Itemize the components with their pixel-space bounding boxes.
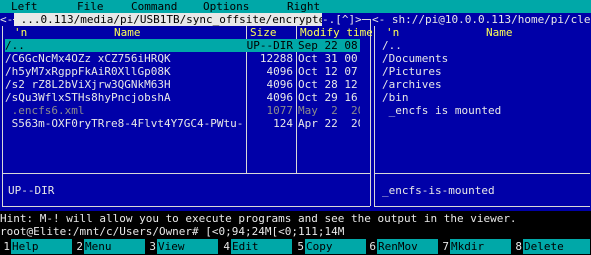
fkey-number: 8	[515, 240, 522, 253]
panel-status: UP--DIR	[8, 184, 55, 197]
fkey-label: Help	[11, 239, 72, 254]
column-header-name[interactable]: Name	[114, 26, 141, 39]
file-time: Oct 29 16:58	[298, 91, 360, 104]
file-time: Oct 12 07:53	[298, 65, 360, 78]
menu-left[interactable]: Left	[11, 0, 38, 13]
menu-command[interactable]: Command	[131, 0, 177, 13]
file-size: 4096	[266, 78, 294, 91]
file-name[interactable]: /..	[382, 39, 402, 52]
file-size: UP--DIR	[246, 39, 293, 52]
menu-right[interactable]: Right	[287, 0, 320, 13]
fkey-label: View	[157, 239, 218, 254]
column-header-modify-time[interactable]: Modify time	[300, 26, 373, 39]
file-time: Sep 22 08:25	[298, 39, 360, 52]
file-time: Oct 28 12:06	[298, 78, 360, 91]
file-size: 12288	[259, 52, 293, 65]
column-header-size[interactable]: Size	[250, 26, 277, 39]
menu-file[interactable]: File	[77, 0, 104, 13]
panel-frame-right	[370, 19, 371, 206]
sort-indicator[interactable]: 'n	[386, 26, 399, 39]
left-file-panel[interactable]: <- ...0.113/media/pi/USB1TB/sync_offsite…	[0, 13, 373, 211]
panel-frame-left	[2, 19, 3, 206]
panel-path-prefix: <-	[0, 13, 14, 26]
function-key-bar: 1 Help 2 Menu 3 View 4 Edit 5 Copy 6 Ren…	[0, 238, 591, 255]
file-name[interactable]: _encfs is mounted	[382, 104, 502, 117]
menu-options[interactable]: Options	[203, 0, 249, 13]
file-name[interactable]: /archives	[382, 78, 442, 91]
panel-status: _encfs-is-mounted	[382, 184, 495, 197]
panel-frame-bottom	[2, 206, 370, 207]
panel-frame-bottom	[374, 206, 590, 207]
fkey-number: 4	[223, 240, 230, 253]
panel-path[interactable]: <- sh://pi@10.0.0.113/home/pi/clear	[372, 13, 591, 26]
file-time: Apr 22 2017	[298, 117, 360, 130]
file-size: 124	[273, 117, 293, 130]
command-line[interactable]: root@Elite:/mnt/c/Users/Owner# [<0;94;24…	[0, 225, 591, 238]
fkey-number: 3	[149, 240, 156, 253]
sort-indicator[interactable]: 'n	[14, 26, 27, 39]
fkey-label: RenMov	[377, 239, 438, 254]
hint-line: Hint: M-! will allow you to execute prog…	[0, 212, 517, 225]
fkey-label: Edit	[231, 239, 292, 254]
right-file-panel[interactable]: <- sh://pi@10.0.0.113/home/pi/clear 'n N…	[372, 13, 591, 211]
file-name[interactable]: /bin	[382, 91, 409, 104]
fkey-label: Menu	[84, 239, 145, 254]
file-time: May 2 2017	[298, 104, 360, 117]
fkey-number: 7	[442, 240, 449, 253]
menu-bar: Left File Command Options Right	[0, 0, 591, 13]
column-header-name[interactable]: Name	[486, 26, 513, 39]
file-name[interactable]: /Pictures	[382, 65, 442, 78]
file-row[interactable]: S563m-OXF0ryTRre8-4Flvt4Y7GC4-PWtu- 124 …	[5, 117, 360, 130]
panel-path[interactable]: ...0.113/media/pi/USB1TB/sync_offsite/en…	[14, 13, 339, 26]
fkey-number: 6	[369, 240, 376, 253]
fkey-label: Copy	[305, 239, 366, 254]
file-row[interactable]: .encfs6.xml 1077 May 2 2017	[5, 104, 360, 117]
panel-frame-divider	[374, 173, 590, 174]
panel-path-controls[interactable]: -.[^]>	[322, 13, 362, 26]
file-size: 4096	[266, 65, 294, 78]
file-row[interactable]: /C6GcNcMx4OZz xCZ756iHRQK 12288 Oct 31 0…	[5, 52, 360, 65]
panel-frame-left	[374, 19, 375, 206]
fkey-number: 2	[76, 240, 83, 253]
fkey-label: Delete	[523, 239, 590, 254]
file-size: 1077	[266, 104, 294, 117]
fkey-label: Mkdir	[450, 239, 511, 254]
panel-frame-divider	[2, 173, 370, 174]
fkey-number: 5	[297, 240, 304, 253]
fkey-number: 1	[3, 240, 10, 253]
file-row[interactable]: /s2 rZ8L2bViXjrw3QGNkM63H 4096 Oct 28 12…	[5, 78, 360, 91]
file-name[interactable]: /Documents	[382, 52, 448, 65]
file-time: Oct 31 00:01	[298, 52, 360, 65]
file-row[interactable]: /sQu3WflxSTHs8hyPncjobshA 4096 Oct 29 16…	[5, 91, 360, 104]
file-row[interactable]: /h5yM7xRgppFkAiR0XllGp08K 4096 Oct 12 07…	[5, 65, 360, 78]
file-row[interactable]: /.. UP--DIR Sep 22 08:25	[5, 39, 360, 52]
file-size: 4096	[266, 91, 294, 104]
